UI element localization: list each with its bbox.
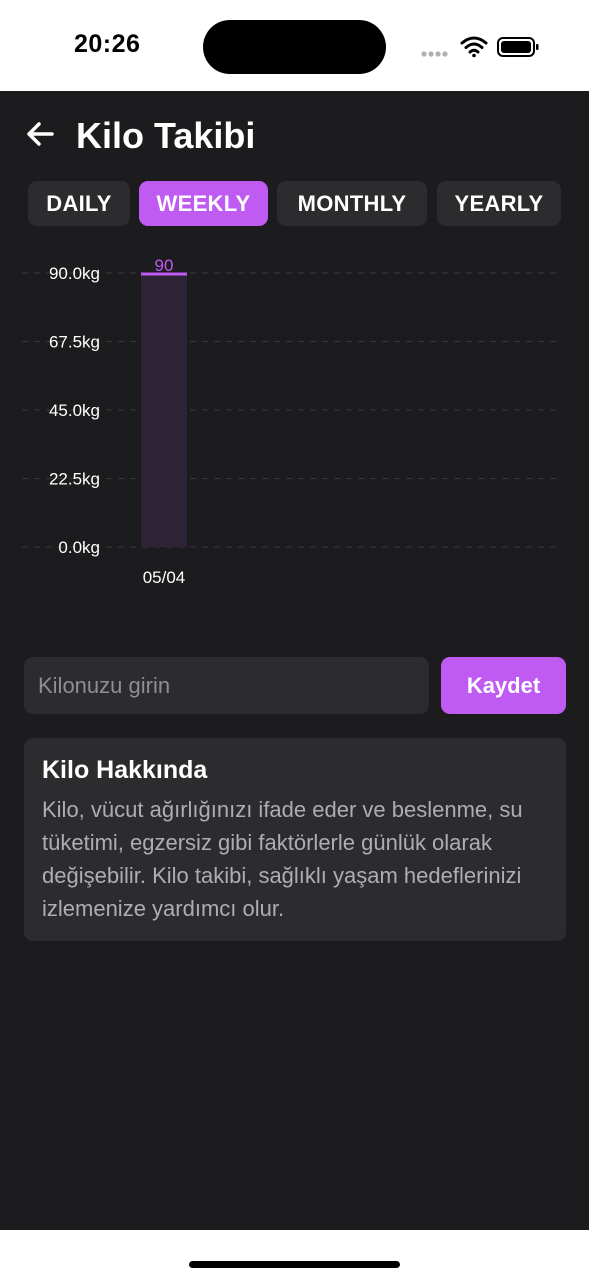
bar-data-label: 90: [155, 256, 174, 275]
y-tick-label: 0.0kg: [58, 538, 100, 557]
y-tick-label: 90.0kg: [49, 264, 100, 283]
home-area: [0, 1230, 589, 1280]
tab-monthly[interactable]: MONTHLY: [277, 181, 427, 226]
period-tabs: DAILY WEEKLY MONTHLY YEARLY: [28, 181, 561, 226]
status-time: 20:26: [74, 30, 141, 58]
save-button[interactable]: Kaydet: [441, 657, 566, 714]
page-title: Kilo Takibi: [76, 115, 256, 156]
header: Kilo Takibi: [0, 91, 589, 181]
app-screen: Kilo Takibi DAILY WEEKLY MONTHLY YEARLY …: [0, 91, 589, 1230]
dynamic-island: [203, 20, 386, 74]
tab-label: WEEKLY: [156, 190, 251, 216]
bar: [141, 273, 187, 547]
info-card-title: Kilo Hakkında: [42, 756, 208, 784]
wifi-icon: [460, 36, 488, 58]
tab-label: MONTHLY: [297, 190, 407, 216]
tab-label: YEARLY: [454, 190, 544, 216]
status-icons: [420, 34, 540, 60]
info-card-text: Kilo, vücut ağırlığınızı ifade eder ve b…: [42, 797, 523, 921]
arrow-left-icon: [27, 122, 54, 146]
weight-chart-svg: 90.0kg 67.5kg 45.0kg 22.5kg 0.0kg 90 05/04: [22, 256, 560, 587]
tab-weekly[interactable]: WEEKLY: [139, 181, 268, 226]
weight-entry-row: Kaydet: [24, 657, 566, 714]
status-bar: 20:26: [0, 0, 589, 91]
y-tick-label: 67.5kg: [49, 333, 100, 352]
x-tick-label: 05/04: [143, 568, 186, 587]
signal-dots-icon: [421, 51, 448, 57]
y-tick-label: 22.5kg: [49, 470, 100, 489]
weight-input[interactable]: [24, 657, 429, 714]
battery-icon: [497, 37, 539, 57]
y-tick-label: 45.0kg: [49, 401, 100, 420]
home-indicator[interactable]: [189, 1261, 400, 1268]
tab-yearly[interactable]: YEARLY: [437, 181, 561, 226]
tab-label: DAILY: [46, 190, 112, 216]
tab-daily[interactable]: DAILY: [28, 181, 130, 226]
info-card: Kilo Hakkında Kilo, vücut ağırlığınızı i…: [24, 738, 566, 941]
save-button-label: Kaydet: [466, 672, 541, 698]
weight-chart: 90.0kg 67.5kg 45.0kg 22.5kg 0.0kg 90 05/04: [0, 241, 589, 601]
back-button[interactable]: [24, 117, 58, 151]
